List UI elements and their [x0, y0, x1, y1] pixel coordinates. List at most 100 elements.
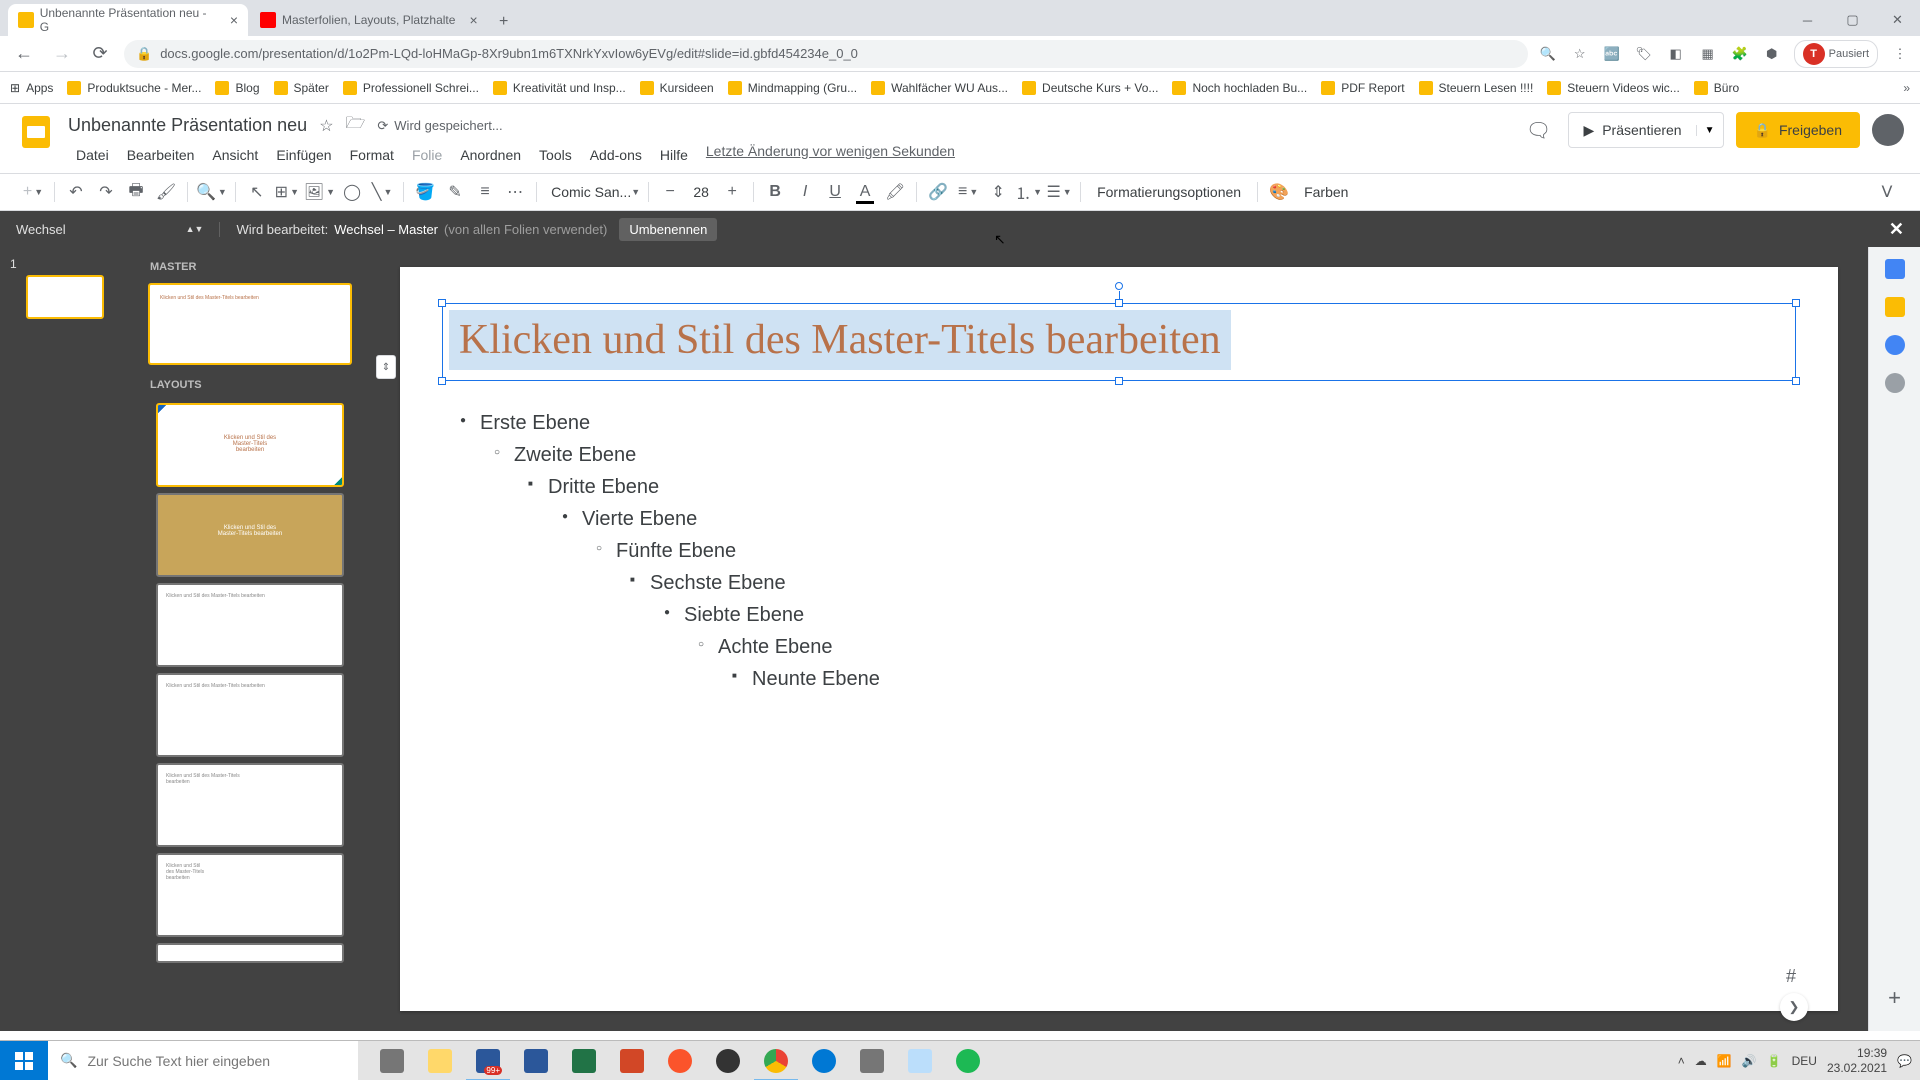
- tray-wifi-icon[interactable]: 📶: [1717, 1054, 1732, 1068]
- close-tab-icon[interactable]: ×: [230, 12, 238, 28]
- apps-bookmark[interactable]: ⊞Apps: [10, 81, 53, 95]
- tray-battery-icon[interactable]: 🔋: [1767, 1054, 1782, 1068]
- tray-language[interactable]: DEU: [1792, 1054, 1817, 1068]
- list-item[interactable]: Siebte Ebene: [656, 599, 1786, 631]
- body-placeholder[interactable]: Erste Ebene Zweite Ebene Dritte Ebene Vi…: [452, 407, 1786, 695]
- bookmark-item[interactable]: Produktsuche - Mer...: [67, 81, 201, 95]
- fill-color-button[interactable]: 🪣: [412, 179, 438, 205]
- zoom-button[interactable]: 🔍▼: [196, 179, 227, 205]
- layout-thumbnail[interactable]: Klicken und Stildes Master-Titelsbearbei…: [156, 853, 344, 937]
- bookmark-item[interactable]: Später: [274, 81, 329, 95]
- taskbar-app-edge[interactable]: [800, 1041, 848, 1080]
- zoom-icon[interactable]: 🔍: [1538, 44, 1558, 64]
- numbered-list-button[interactable]: ⒈▼: [1015, 179, 1042, 205]
- bookmark-item[interactable]: Steuern Videos wic...: [1547, 81, 1680, 95]
- tasks-icon[interactable]: [1885, 335, 1905, 355]
- resize-handle[interactable]: [1115, 377, 1123, 385]
- select-tool[interactable]: ↖: [244, 179, 270, 205]
- back-button[interactable]: ←: [10, 40, 38, 68]
- title-placeholder-box[interactable]: Klicken und Stil des Master-Titels bearb…: [442, 303, 1796, 381]
- last-edit-link[interactable]: Letzte Änderung vor wenigen Sekunden: [706, 143, 955, 167]
- text-color-button[interactable]: A: [852, 179, 878, 205]
- list-item[interactable]: Vierte Ebene: [554, 503, 1786, 535]
- menu-einfugen[interactable]: Einfügen: [268, 143, 339, 167]
- layout-thumbnail[interactable]: Klicken und Stil des Master-Titelsbearbe…: [156, 763, 344, 847]
- taskbar-app-chrome[interactable]: [752, 1041, 800, 1080]
- close-window-button[interactable]: ✕: [1875, 4, 1920, 36]
- resize-handle[interactable]: [1115, 299, 1123, 307]
- taskbar-app-generic[interactable]: [848, 1041, 896, 1080]
- menu-format[interactable]: Format: [342, 143, 402, 167]
- share-button[interactable]: 🔒Freigeben: [1736, 112, 1860, 148]
- autofit-button[interactable]: ⇕: [376, 355, 396, 379]
- colors-button[interactable]: Farben: [1296, 184, 1356, 200]
- font-size-increase[interactable]: +: [719, 179, 745, 205]
- textbox-tool[interactable]: ⊞▼: [274, 179, 300, 205]
- redo-button[interactable]: ↷: [93, 179, 119, 205]
- tray-volume-icon[interactable]: 🔊: [1742, 1054, 1757, 1068]
- slide-thumbnail[interactable]: [26, 275, 104, 319]
- menu-folie[interactable]: Folie: [404, 143, 450, 167]
- taskbar-app-spotify[interactable]: [944, 1041, 992, 1080]
- rotate-handle[interactable]: [1115, 282, 1123, 290]
- taskbar-app-brave[interactable]: [656, 1041, 704, 1080]
- chrome-menu-icon[interactable]: ⋮: [1890, 44, 1910, 64]
- layout-thumbnail[interactable]: [156, 943, 344, 963]
- tray-chevron-icon[interactable]: ˄: [1678, 1054, 1685, 1068]
- add-addon-button[interactable]: +: [1888, 985, 1901, 1011]
- line-spacing-button[interactable]: ⇕: [985, 179, 1011, 205]
- list-item[interactable]: Neunte Ebene: [724, 663, 1786, 695]
- collapse-toolbar-button[interactable]: ᐯ: [1874, 179, 1900, 205]
- highlight-button[interactable]: 🖍: [882, 179, 908, 205]
- calendar-icon[interactable]: [1885, 259, 1905, 279]
- maximize-button[interactable]: ▢: [1830, 4, 1875, 36]
- font-size-decrease[interactable]: −: [657, 179, 683, 205]
- extension-icon[interactable]: 🏷: [1634, 44, 1654, 64]
- bookmark-item[interactable]: Steuern Lesen !!!!: [1419, 81, 1534, 95]
- close-master-button[interactable]: ✕: [1889, 219, 1904, 240]
- undo-button[interactable]: ↶: [63, 179, 89, 205]
- slides-logo[interactable]: [16, 112, 56, 152]
- contacts-icon[interactable]: [1885, 373, 1905, 393]
- layout-thumbnail[interactable]: Klicken und Stil des Master-Titels bearb…: [156, 583, 344, 667]
- extension-icon-3[interactable]: ⬢: [1762, 44, 1782, 64]
- present-dropdown[interactable]: ▼: [1696, 125, 1723, 136]
- taskbar-app-notepad[interactable]: [896, 1041, 944, 1080]
- url-field[interactable]: 🔒 docs.google.com/presentation/d/1o2Pm-L…: [124, 40, 1528, 68]
- comments-button[interactable]: 🗨: [1520, 112, 1556, 148]
- move-icon[interactable]: 🗁: [346, 112, 366, 139]
- bookmark-item[interactable]: Professionell Schrei...: [343, 81, 479, 95]
- resize-handle[interactable]: [1792, 377, 1800, 385]
- layout-thumbnail[interactable]: Klicken und Stil desMaster-Titels bearbe…: [156, 493, 344, 577]
- bookmark-item[interactable]: Büro: [1694, 81, 1739, 95]
- tray-cloud-icon[interactable]: ☁: [1695, 1054, 1707, 1068]
- font-family-select[interactable]: Comic San...▼: [545, 179, 640, 205]
- keep-icon[interactable]: [1885, 297, 1905, 317]
- taskbar-app-word2[interactable]: [512, 1041, 560, 1080]
- list-item[interactable]: Erste Ebene: [452, 407, 1786, 439]
- reload-button[interactable]: ⟳: [86, 40, 114, 68]
- rename-button[interactable]: Umbenennen: [619, 218, 717, 241]
- list-item[interactable]: Dritte Ebene: [520, 471, 1786, 503]
- translate-icon[interactable]: 🔤: [1602, 44, 1622, 64]
- explore-button[interactable]: ❯: [1780, 993, 1808, 1021]
- menu-hilfe[interactable]: Hilfe: [652, 143, 696, 167]
- underline-button[interactable]: U: [822, 179, 848, 205]
- menu-tools[interactable]: Tools: [531, 143, 580, 167]
- resize-handle[interactable]: [438, 377, 446, 385]
- italic-button[interactable]: I: [792, 179, 818, 205]
- qr-icon[interactable]: ▦: [1698, 44, 1718, 64]
- taskbar-app-obs[interactable]: [704, 1041, 752, 1080]
- line-tool[interactable]: ╲▼: [369, 179, 395, 205]
- theme-selector[interactable]: Wechsel ▲▼: [16, 222, 220, 237]
- extensions-puzzle-icon[interactable]: 🧩: [1730, 44, 1750, 64]
- menu-datei[interactable]: Datei: [68, 143, 117, 167]
- taskbar-app-word[interactable]: 99+: [464, 1041, 512, 1080]
- bookmark-item[interactable]: Kursideen: [640, 81, 714, 95]
- document-title[interactable]: Unbenannte Präsentation neu: [68, 115, 307, 136]
- master-title-text[interactable]: Klicken und Stil des Master-Titels bearb…: [449, 310, 1231, 370]
- format-options-button[interactable]: Formatierungsoptionen: [1089, 184, 1249, 200]
- taskbar-app-powerpoint[interactable]: [608, 1041, 656, 1080]
- bookmark-item[interactable]: Deutsche Kurs + Vo...: [1022, 81, 1158, 95]
- font-size-input[interactable]: 28: [687, 184, 715, 200]
